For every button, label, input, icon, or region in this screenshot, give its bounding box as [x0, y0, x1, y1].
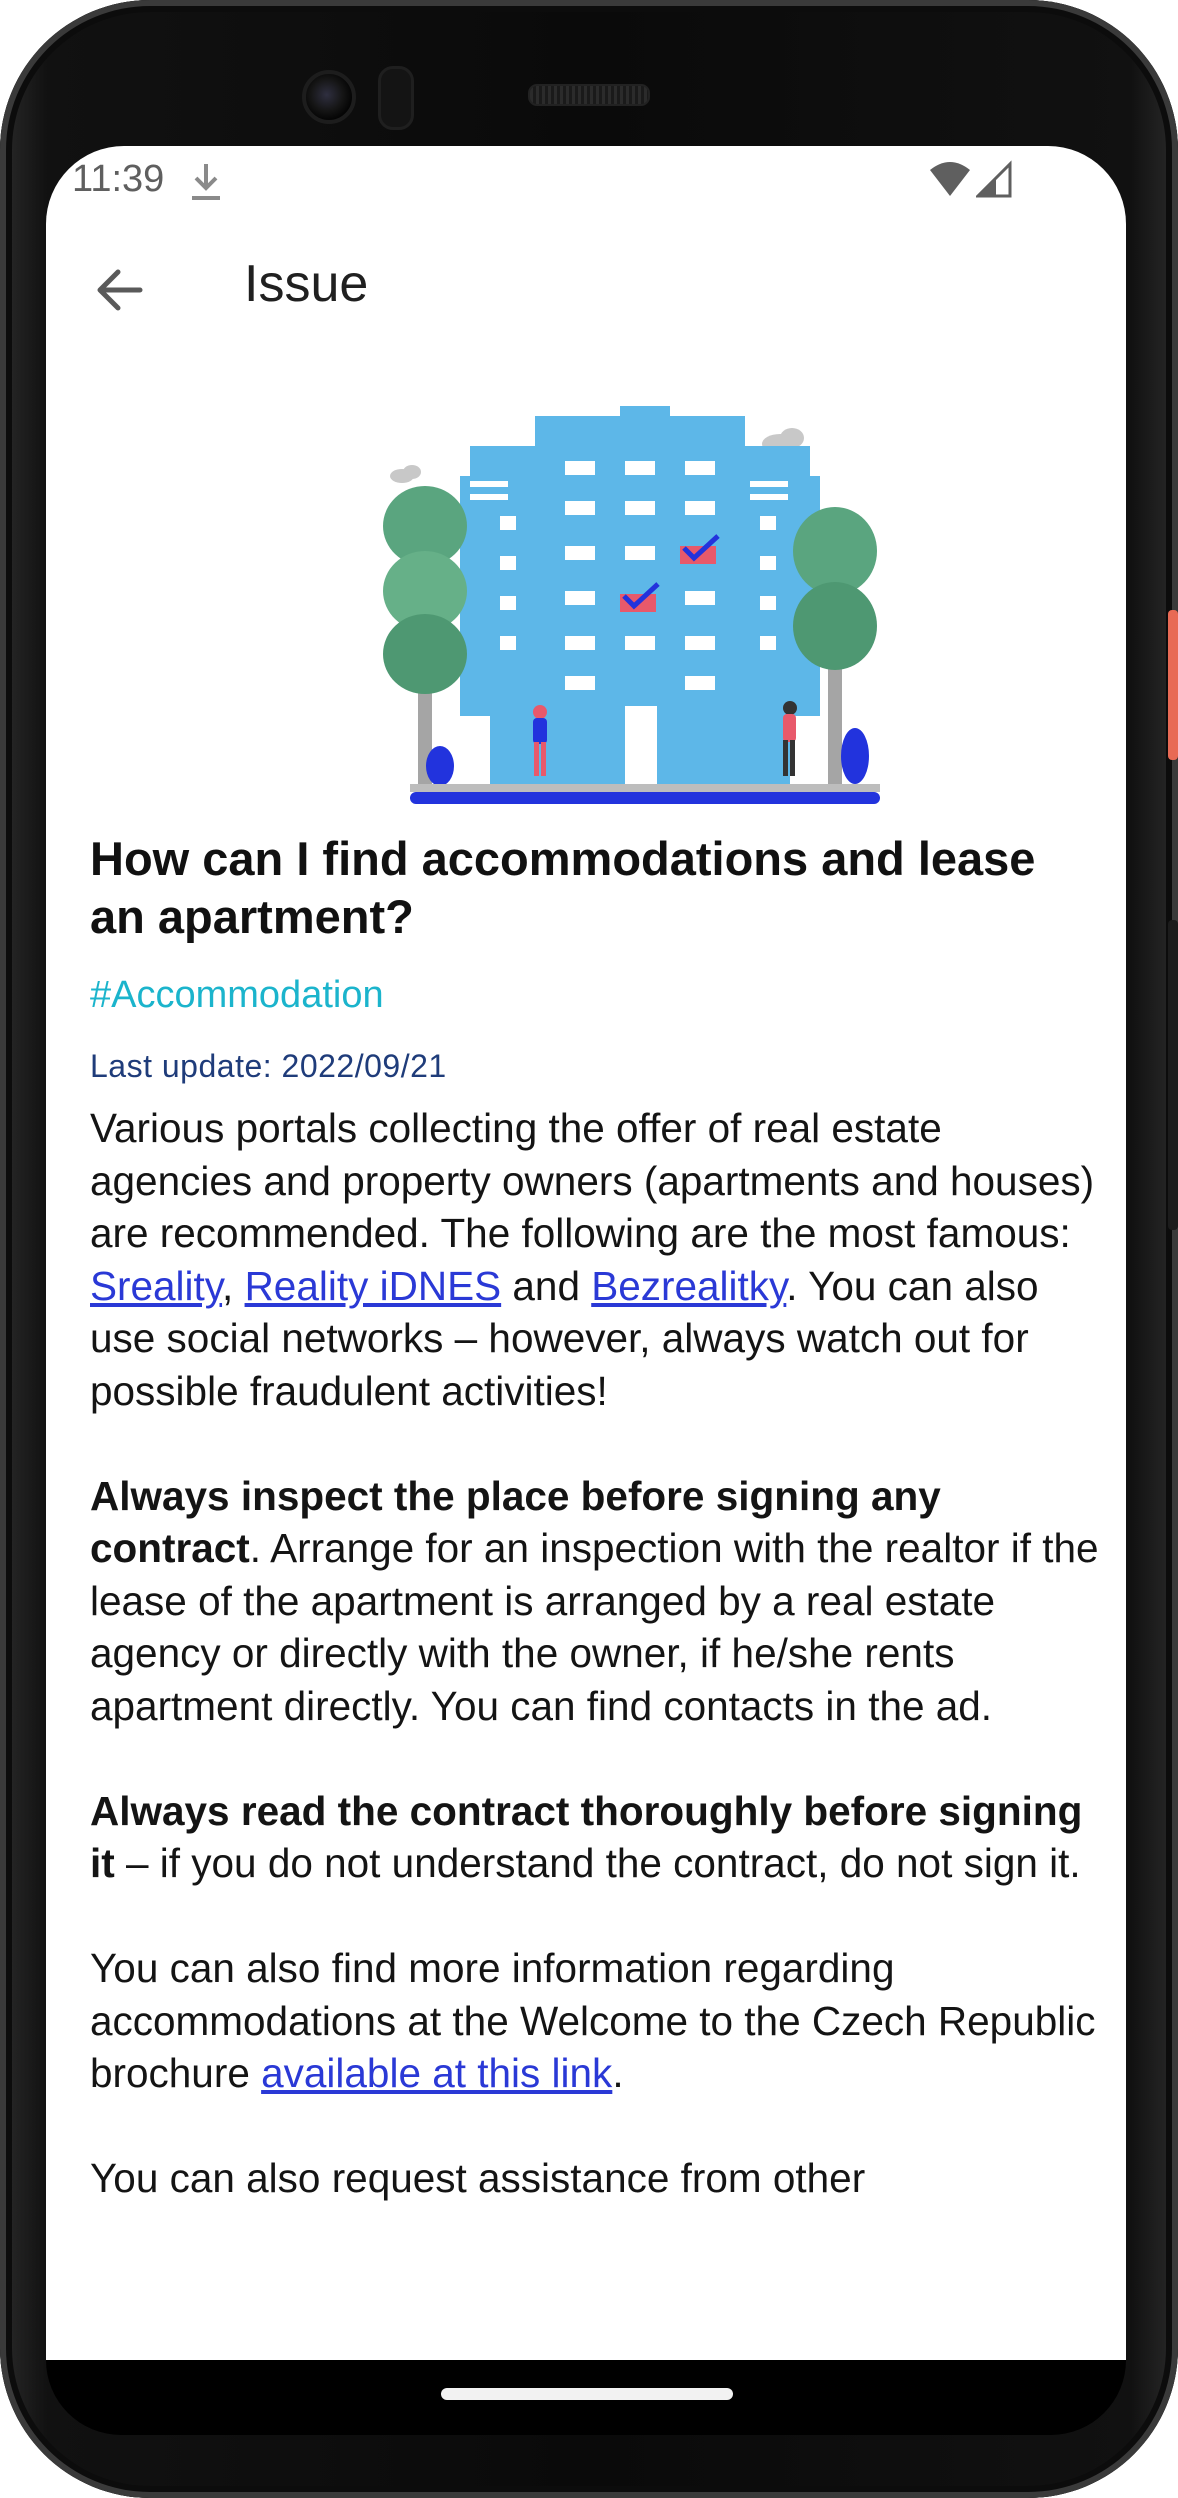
- wifi-icon: [930, 162, 970, 196]
- tag-link[interactable]: #Accommodation: [90, 974, 384, 1017]
- paragraph-text: You can also request assistance from oth…: [90, 2155, 866, 2201]
- status-bar: 11:39: [46, 146, 1126, 218]
- paragraph-text: and: [501, 1262, 592, 1309]
- paragraph-text: ,: [222, 1262, 245, 1309]
- paragraph-contract: Always read the contract thoroughly befo…: [90, 1785, 1100, 1890]
- paragraph-portals: Various portals collecting the offer of …: [90, 1102, 1100, 1417]
- app-bar: Issue: [46, 218, 1126, 366]
- reality-idnes-link[interactable]: Reality iDNES: [245, 1263, 502, 1309]
- last-update: Last update: 2022/09/21: [90, 1048, 447, 1084]
- download-icon: [192, 164, 220, 200]
- apartment-building-illustration: [383, 406, 880, 804]
- earpiece-speaker: [528, 84, 650, 106]
- power-button: [1168, 610, 1178, 760]
- signal-icon: [976, 160, 1012, 198]
- paragraph-inspect: Always inspect the place before signing …: [90, 1470, 1100, 1733]
- page-title: Issue: [244, 255, 369, 313]
- article-title: How can I find accommodations and lease …: [90, 832, 1036, 943]
- brochure-link[interactable]: available at this link: [261, 2050, 612, 2096]
- paragraph-text: – if you do not understand the contract,…: [114, 1840, 1081, 1886]
- paragraph-text: .: [612, 2050, 624, 2096]
- proximity-sensor: [378, 66, 414, 130]
- paragraph-text: Various portals collecting the offer of …: [90, 1105, 1095, 1256]
- paragraph-assistance: You can also request assistance from oth…: [90, 2152, 1100, 2205]
- article-body: Various portals collecting the offer of …: [90, 1102, 1100, 2257]
- paragraph-brochure: You can also find more information regar…: [90, 1942, 1100, 2100]
- arrow-left-icon[interactable]: [92, 262, 148, 318]
- phone-frame: 11:39 Issue How can I find accommodation…: [0, 0, 1178, 2498]
- bezrealitky-link[interactable]: Bezrealitky: [591, 1263, 786, 1309]
- screen: 11:39 Issue How can I find accommodation…: [46, 146, 1126, 2360]
- front-camera: [302, 70, 356, 124]
- volume-button: [1168, 920, 1178, 1230]
- sreality-link[interactable]: Sreality: [90, 1263, 222, 1309]
- home-gesture-handle[interactable]: [441, 2388, 733, 2400]
- status-time: 11:39: [72, 158, 165, 200]
